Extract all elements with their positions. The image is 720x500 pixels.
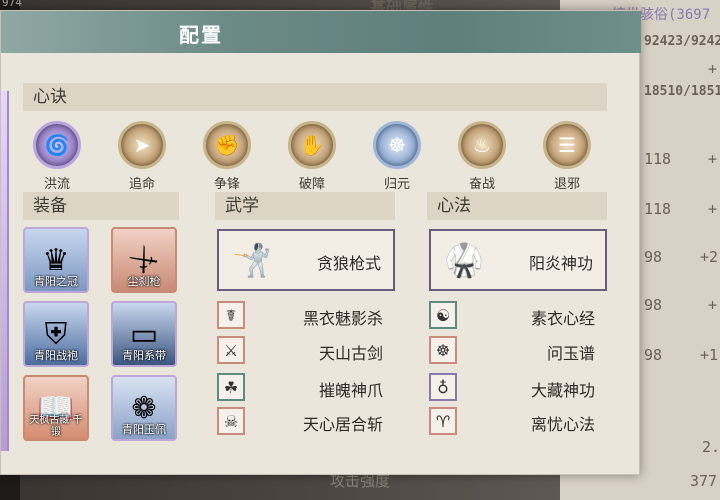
xinfa-item[interactable]: ♈ 离忧心法 [429, 407, 607, 435]
xinfa-item-label: 大藏神功 [530, 381, 595, 400]
stat-plus-3: + [708, 200, 718, 218]
equipment-section-header: 装备 [23, 192, 179, 220]
meditation-pose-icon: ☸ [429, 336, 457, 364]
config-panel: 配置 心诀 🌀 洪流 ➤ 追命 ✊ 争锋 ✋ 破障 ☸ 归元 ♨ 奋战 ☰ 退邪… [0, 10, 641, 475]
stat-value-7: 98 [644, 346, 663, 364]
xinfa-item-label: 素衣心经 [530, 309, 595, 328]
stat-hp: 92423/92424 [644, 34, 720, 49]
equip-slot-pendant[interactable]: ❁ 青阳玉佩 [111, 375, 177, 441]
punch-icon: ✋ [288, 121, 336, 169]
wuxue-item[interactable]: ☠ 天心居合斩 [217, 407, 395, 435]
wuxue-item-label: 摧魄神爪 [318, 381, 383, 400]
equip-label: 尘刹枪 [127, 275, 161, 288]
panel-header: 配置 [1, 11, 641, 53]
stat-mp: 18510/1851 [644, 84, 720, 99]
skill-hongliu[interactable]: 🌀 洪流 [27, 121, 87, 192]
martial-pose-icon: ☤ [217, 301, 245, 329]
xinjue-section-header: 心诀 [23, 83, 607, 111]
xinfa-item-label: 问玉谱 [546, 344, 595, 363]
top-left-number: 974 [2, 0, 22, 9]
fist-icon: ✊ [203, 121, 251, 169]
stat-plus-5: + [708, 296, 718, 314]
equip-label: 青阳战袍 [34, 349, 78, 362]
stat-value-6: 98 [644, 296, 663, 314]
stat-bottom-2: 377 [690, 472, 718, 490]
skill-label: 奋战 [468, 177, 495, 192]
stat-plus-6: +1 [700, 346, 719, 364]
martial-pose-icon: ☠ [217, 407, 245, 435]
equip-label: 青阳系带 [122, 349, 166, 362]
meditate-icon: ☸ [373, 121, 421, 169]
wuxue-item-label: 天心居合斩 [302, 415, 383, 434]
skill-zhuiming[interactable]: ➤ 追命 [112, 121, 172, 192]
skill-zhengfeng[interactable]: ✊ 争锋 [197, 121, 257, 192]
meditation-pose-icon: ♈ [429, 407, 457, 435]
equip-slot-helmet[interactable]: ♛ 青阳之冠 [23, 227, 89, 293]
xinfa-main-card[interactable]: 🥋 阳炎神功 [429, 229, 607, 291]
skill-label: 追命 [128, 177, 155, 192]
meditation-pose-icon: ♁ [429, 373, 457, 401]
meditation-pose-icon: ☯ [429, 301, 457, 329]
skill-label: 退邪 [553, 177, 580, 192]
equip-slot-belt[interactable]: ▭ 青阳系带 [111, 301, 177, 367]
xinfa-main-label: 阳炎神功 [528, 254, 593, 273]
wuxue-item[interactable]: ☤ 黑衣魅影杀 [217, 301, 395, 329]
equip-slot-book[interactable]: 📖 天枫古藏·千锻 [23, 375, 89, 441]
dash-icon: ➤ [118, 121, 166, 169]
stat-value-4: 118 [644, 200, 672, 218]
skill-label: 洪流 [43, 177, 70, 192]
skill-guiyuan[interactable]: ☸ 归元 [367, 121, 427, 192]
spear-warrior-icon: 🤺 [232, 241, 272, 279]
wuxue-item-label: 天山古剑 [318, 344, 383, 363]
wuxue-item-label: 黑衣魅影杀 [302, 309, 383, 328]
scroll-icon: ☰ [543, 121, 591, 169]
stat-plus-1: + [708, 60, 718, 78]
xinfa-item[interactable]: ☸ 问玉谱 [429, 336, 607, 364]
skill-tuixie[interactable]: ☰ 退邪 [537, 121, 597, 192]
stat-value-3: 118 [644, 150, 672, 168]
wuxue-main-label: 贪狼枪式 [316, 254, 381, 273]
flame-icon: ♨ [458, 121, 506, 169]
panel-title: 配置 [179, 23, 223, 47]
swirl-icon: 🌀 [33, 121, 81, 169]
martial-pose-icon: ⚔ [217, 336, 245, 364]
martial-pose-icon: ☘ [217, 373, 245, 401]
wuxue-item[interactable]: ☘ 摧魄神爪 [217, 373, 395, 401]
xinfa-item-label: 离忧心法 [530, 415, 595, 434]
kick-warrior-icon: 🥋 [444, 241, 484, 279]
skill-fenzhan[interactable]: ♨ 奋战 [452, 121, 512, 192]
equip-label: 青阳玉佩 [122, 423, 166, 436]
stat-plus-2: + [708, 150, 718, 168]
stat-value-5: 98 [644, 248, 663, 266]
skill-label: 破障 [298, 177, 325, 192]
stat-plus-4: +2 [700, 248, 719, 266]
skill-pozhang[interactable]: ✋ 破障 [282, 121, 342, 192]
left-selection-strip[interactable] [1, 91, 9, 451]
wuxue-main-card[interactable]: 🤺 贪狼枪式 [217, 229, 395, 291]
xinfa-item[interactable]: ♁ 大藏神功 [429, 373, 607, 401]
xinfa-item[interactable]: ☯ 素衣心经 [429, 301, 607, 329]
skill-label: 争锋 [213, 177, 240, 192]
equip-slot-armor[interactable]: ⛨ 青阳战袍 [23, 301, 89, 367]
equip-slot-weapon[interactable]: ⚔ 尘刹枪 [111, 227, 177, 293]
equip-label: 青阳之冠 [34, 275, 78, 288]
equip-label: 天枫古藏·千锻 [29, 415, 83, 438]
wuxue-item[interactable]: ⚔ 天山古剑 [217, 336, 395, 364]
skill-label: 归元 [383, 177, 410, 192]
wuxue-section-header: 武学 [215, 192, 395, 220]
xinfa-section-header: 心法 [427, 192, 607, 220]
stat-bottom-1: 2. [702, 438, 720, 456]
